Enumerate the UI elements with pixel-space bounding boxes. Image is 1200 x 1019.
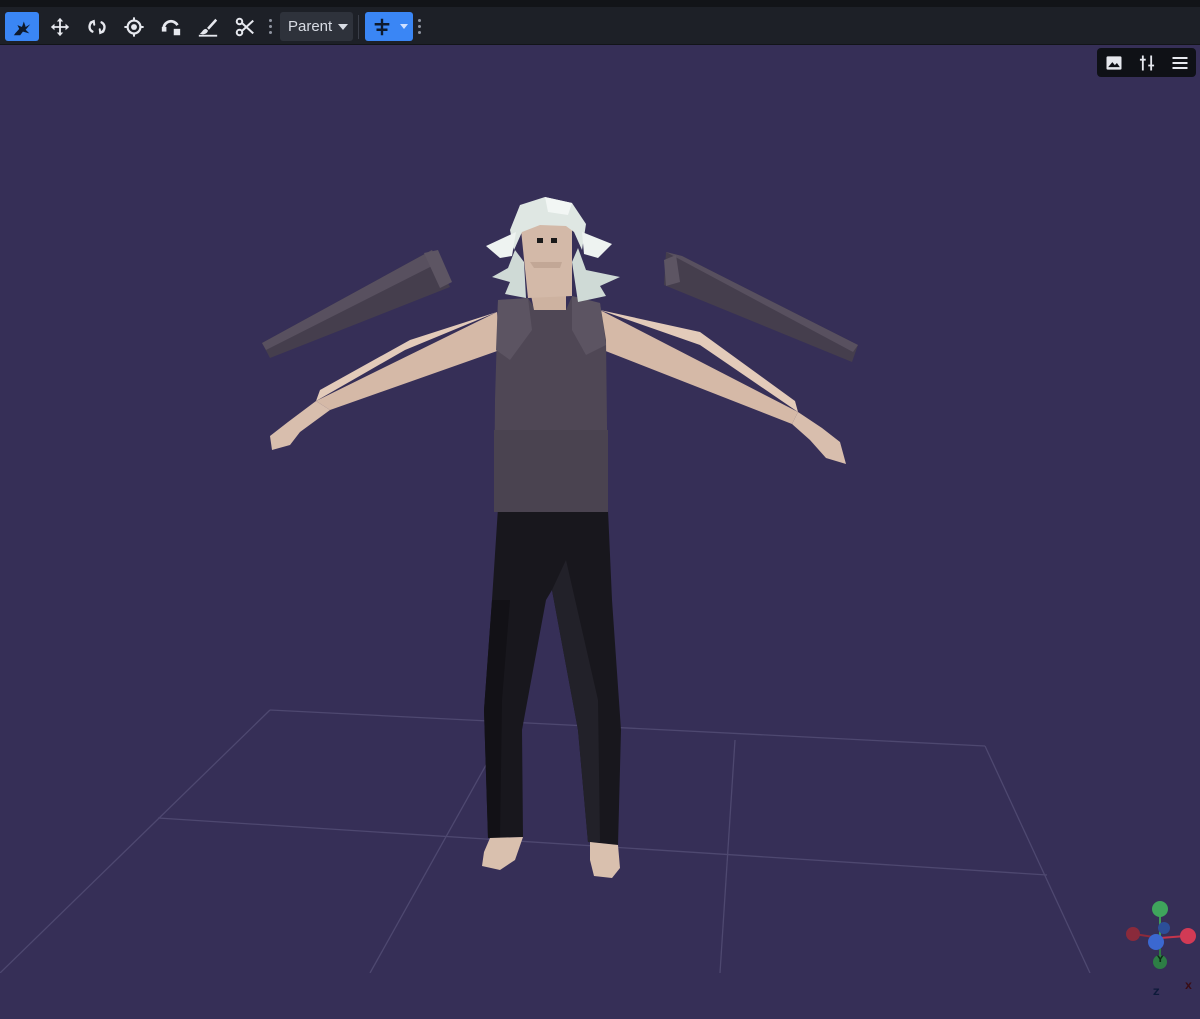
rotate-icon <box>88 19 106 34</box>
viewport-toolbar: Parent <box>0 7 1200 45</box>
move-arrows-icon <box>50 17 70 36</box>
snap-button[interactable] <box>365 12 413 41</box>
snap-plus-icon <box>374 18 390 36</box>
pivot-target-icon <box>124 16 144 37</box>
move-tool-button[interactable] <box>43 12 77 41</box>
gizmo-y-label: Y <box>1157 955 1164 965</box>
transform-space-dropdown[interactable]: Parent <box>280 12 353 41</box>
bend-arc-icon <box>161 19 181 35</box>
gizmo-y <box>1152 901 1168 917</box>
pivot-tool-button[interactable] <box>117 12 151 41</box>
viewport-menu-button[interactable] <box>1166 51 1193 74</box>
cut-tool-button[interactable] <box>228 12 262 41</box>
rotate-tool-button[interactable] <box>80 12 114 41</box>
window-top-strip <box>0 0 1200 7</box>
gizmo-x-label: X <box>1185 982 1192 992</box>
brush-icon <box>198 18 218 37</box>
right-wing <box>664 252 858 362</box>
select-tool-button[interactable] <box>5 12 39 41</box>
gizmo-labels: Y X Z <box>1120 941 1200 1019</box>
transform-space-label: Parent <box>288 18 333 35</box>
image-icon <box>1106 55 1121 70</box>
viewport-panel-tools <box>1097 48 1196 77</box>
scene-canvas <box>0 197 1196 973</box>
toolbar-overflow-handle[interactable] <box>269 19 272 35</box>
sliders-icon <box>1139 55 1154 70</box>
cursor-leaf-icon <box>13 21 31 35</box>
shirt <box>494 296 608 512</box>
3d-viewport[interactable]: Y X Z <box>0 46 1200 998</box>
scissors-icon <box>235 17 254 36</box>
screenshot-button[interactable] <box>1100 51 1127 74</box>
chevron-down-icon <box>338 23 349 30</box>
chevron-down-icon <box>400 24 408 29</box>
paint-tool-button[interactable] <box>191 12 225 41</box>
head <box>520 218 572 310</box>
toolbar-overflow-handle-2[interactable] <box>418 19 421 35</box>
view-settings-button[interactable] <box>1133 51 1160 74</box>
gizmo-neg-x <box>1126 927 1140 941</box>
gizmo-z-label: Z <box>1153 988 1160 998</box>
floor-grid <box>0 709 1091 973</box>
pants <box>484 508 621 845</box>
bend-tool-button[interactable] <box>154 12 188 41</box>
menu-icon <box>1172 56 1187 69</box>
toolbar-divider <box>358 15 359 39</box>
